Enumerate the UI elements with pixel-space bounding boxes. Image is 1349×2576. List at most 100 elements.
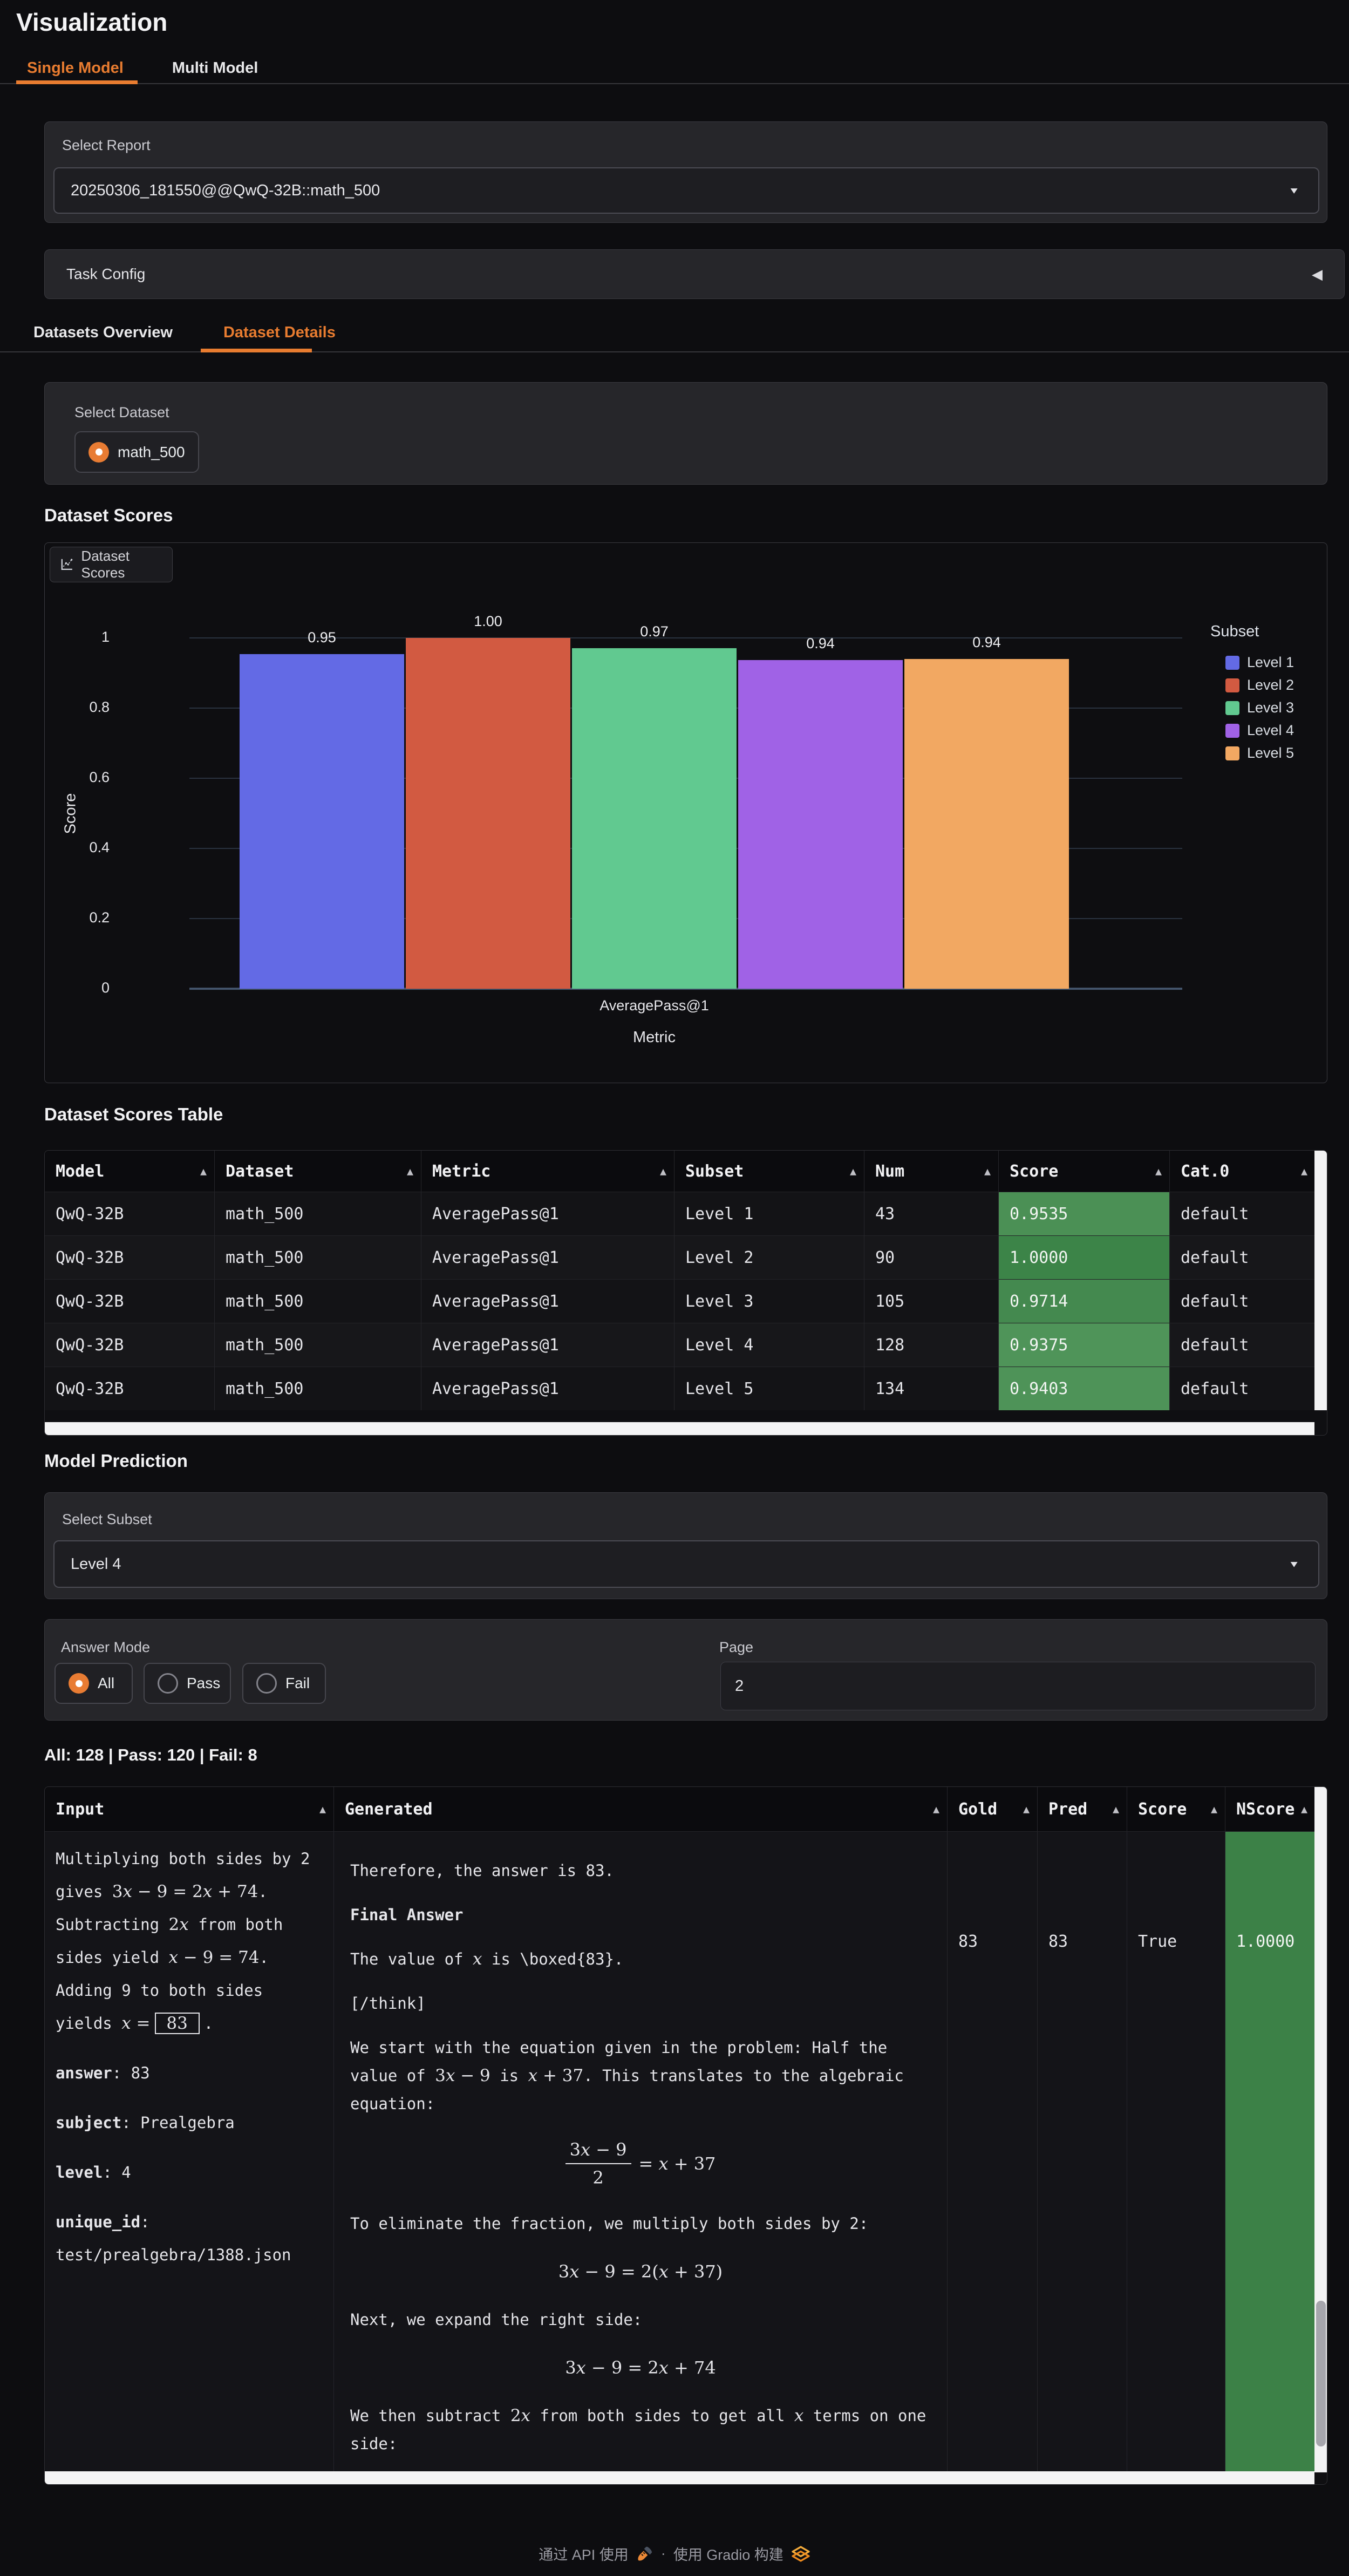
answer-mode-option-pass[interactable]: Pass xyxy=(144,1663,231,1704)
cell-subset: Level 3 xyxy=(674,1280,864,1323)
text-segment: answer xyxy=(56,2064,112,2082)
fraction-rhs: = x + 37 xyxy=(639,2153,716,2174)
legend-title: Subset xyxy=(1210,623,1259,641)
sort-asc-icon[interactable]: ▲ xyxy=(660,1165,666,1178)
text-segment: x xyxy=(473,1949,482,1969)
page-input[interactable] xyxy=(720,1662,1316,1710)
cell-model: QwQ-32B xyxy=(45,1367,215,1410)
radio-icon xyxy=(88,442,109,463)
cell-dataset: math_500 xyxy=(215,1236,421,1279)
dataset-option-math_500[interactable]: math_500 xyxy=(74,431,199,473)
sort-asc-icon[interactable]: ▲ xyxy=(1155,1165,1162,1178)
chart-panel-tab[interactable]: Dataset Scores xyxy=(50,547,173,582)
legend-item-level-5[interactable]: Level 5 xyxy=(1225,745,1294,762)
vertical-scrollbar[interactable] xyxy=(1314,1151,1327,1410)
cell-pred: 83 xyxy=(1038,1832,1127,2472)
column-header-score[interactable]: Score▲ xyxy=(999,1151,1170,1192)
sort-asc-icon[interactable]: ▲ xyxy=(407,1165,413,1178)
legend-item-level-1[interactable]: Level 1 xyxy=(1225,654,1294,671)
column-header-metric[interactable]: Metric▲ xyxy=(421,1151,674,1192)
cell-dataset: math_500 xyxy=(215,1323,421,1367)
sort-asc-icon[interactable]: ▲ xyxy=(1301,1803,1307,1816)
text-segment: x − 9 = 74 xyxy=(169,1948,260,1967)
chart-panel-tab-label: Dataset Scores xyxy=(81,548,162,581)
cell-num: 90 xyxy=(864,1236,999,1279)
horizontal-scrollbar[interactable] xyxy=(45,1422,1314,1435)
column-header-score[interactable]: Score▲ xyxy=(1127,1787,1225,1831)
select-report-label: Select Report xyxy=(62,137,151,154)
sort-asc-icon[interactable]: ▲ xyxy=(319,1803,326,1816)
cell-cat0: default xyxy=(1170,1236,1316,1279)
tab-dataset-details[interactable]: Dataset Details xyxy=(218,316,341,349)
cell-num: 128 xyxy=(864,1323,999,1367)
column-header-num[interactable]: Num▲ xyxy=(864,1151,999,1192)
chart-bar-level-3 xyxy=(572,648,737,989)
chevron-down-icon: ▼ xyxy=(1288,1559,1300,1569)
column-header-cat0[interactable]: Cat.0▲ xyxy=(1170,1151,1316,1192)
text-segment: is xyxy=(490,2067,528,2085)
horizontal-scrollbar[interactable] xyxy=(45,2471,1314,2484)
sort-asc-icon[interactable]: ▲ xyxy=(200,1165,207,1178)
bar-value-label: 0.97 xyxy=(572,623,737,640)
footer-api-text[interactable]: 通过 API 使用 xyxy=(539,2543,629,2564)
plug-icon xyxy=(636,2545,653,2563)
column-header-nscore[interactable]: NScore▲ xyxy=(1225,1787,1316,1831)
legend-item-level-3[interactable]: Level 3 xyxy=(1225,699,1294,716)
column-header-model[interactable]: Model▲ xyxy=(45,1151,215,1192)
legend-item-level-2[interactable]: Level 2 xyxy=(1225,677,1294,694)
counts-line: All: 128 | Pass: 120 | Fail: 8 xyxy=(44,1745,257,1765)
cell-dataset: math_500 xyxy=(215,1280,421,1323)
model-prediction-heading: Model Prediction xyxy=(44,1451,188,1471)
answer-mode-option-all[interactable]: All xyxy=(54,1663,133,1704)
subset-dropdown[interactable]: Level 4 ▼ xyxy=(53,1540,1319,1588)
table-header-row: Input▲Generated▲Gold▲Pred▲Score▲NScore▲ xyxy=(45,1787,1327,1831)
generated-paragraph: Therefore, the answer is 83. xyxy=(350,1857,931,1885)
task-config-accordion[interactable]: Task Config ◀ xyxy=(44,249,1345,299)
task-config-label: Task Config xyxy=(66,266,145,283)
sort-asc-icon[interactable]: ▲ xyxy=(850,1165,856,1178)
input-line: gives 3x − 9 = 2x + 74. xyxy=(56,1875,326,1908)
sort-asc-icon[interactable]: ▲ xyxy=(1301,1165,1307,1178)
y-tick-label: 0.8 xyxy=(50,699,110,716)
sort-asc-icon[interactable]: ▲ xyxy=(933,1803,939,1816)
input-line: answer: 83 xyxy=(56,2057,326,2090)
column-header-pred[interactable]: Pred▲ xyxy=(1038,1787,1127,1831)
input-gap xyxy=(56,2090,326,2106)
select-report-panel: Select Report 20250306_181550@@QwQ-32B::… xyxy=(44,121,1327,223)
cell-score: 0.9535 xyxy=(999,1192,1170,1235)
column-header-gold[interactable]: Gold▲ xyxy=(948,1787,1038,1831)
column-header-subset[interactable]: Subset▲ xyxy=(674,1151,864,1192)
cell-subset: Level 4 xyxy=(674,1323,864,1367)
report-dropdown[interactable]: 20250306_181550@@QwQ-32B::math_500 ▼ xyxy=(53,167,1319,214)
tab-single-model[interactable]: Single Model xyxy=(22,52,129,85)
radio-icon xyxy=(69,1673,89,1694)
cell-score: 0.9714 xyxy=(999,1280,1170,1323)
text-segment: To eliminate the fraction, we multiply b… xyxy=(350,2214,868,2233)
cell-cat0: default xyxy=(1170,1192,1316,1235)
text-segment: : 4 xyxy=(103,2163,131,2181)
sort-asc-icon[interactable]: ▲ xyxy=(1113,1803,1119,1816)
tab-datasets-overview[interactable]: Datasets Overview xyxy=(28,316,178,349)
legend-swatch xyxy=(1225,678,1239,692)
scrollbar-thumb[interactable] xyxy=(1316,2301,1326,2446)
generated-paragraph: The value of x is \boxed{83}. xyxy=(350,1945,931,1973)
legend-label: Level 4 xyxy=(1247,722,1294,739)
dataset-tab-bar: Datasets Overview Dataset Details xyxy=(0,316,1349,350)
sort-asc-icon[interactable]: ▲ xyxy=(1211,1803,1217,1816)
sort-asc-icon[interactable]: ▲ xyxy=(1023,1803,1030,1816)
select-subset-label: Select Subset xyxy=(62,1511,152,1528)
chart-bar-level-4 xyxy=(738,660,903,989)
sort-asc-icon[interactable]: ▲ xyxy=(984,1165,991,1178)
column-header-input[interactable]: Input▲ xyxy=(45,1787,334,1831)
tab-multi-model[interactable]: Multi Model xyxy=(167,52,263,85)
generated-math-block: 3x − 9 = 2(x + 37) xyxy=(350,2261,931,2282)
legend-item-level-4[interactable]: Level 4 xyxy=(1225,722,1294,739)
answer-mode-option-fail[interactable]: Fail xyxy=(242,1663,326,1704)
chart-bar-level-2 xyxy=(406,638,570,989)
column-header-generated[interactable]: Generated▲ xyxy=(334,1787,948,1831)
prediction-row: 2(x + 37)Multiplying both sides by 2give… xyxy=(45,1831,1327,2472)
footer-gradio-text[interactable]: 使用 Gradio 构建 xyxy=(673,2543,783,2564)
column-header-dataset[interactable]: Dataset▲ xyxy=(215,1151,421,1192)
bar-value-label: 0.94 xyxy=(738,635,903,652)
text-segment: Therefore, the answer is 83. xyxy=(350,1861,614,1880)
